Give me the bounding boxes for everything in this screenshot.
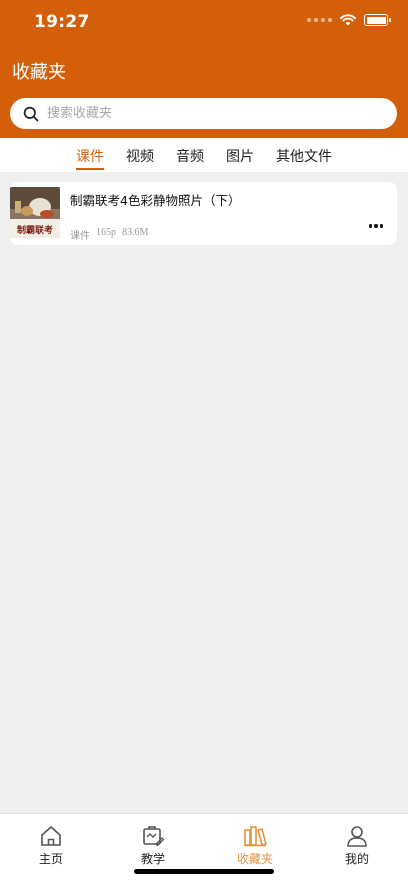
status-icons [307,14,391,26]
teaching-icon [143,826,165,847]
favorite-item-card[interactable]: 制霸联考 制霸联考4色彩静物照片（下） 课件 165p 83.6M [10,182,397,245]
wifi-icon [340,14,356,26]
item-size: 83.6M [122,227,149,238]
tab-courseware[interactable]: 课件 [76,138,104,172]
app-header: 19:27 收藏夹 [0,0,408,138]
nav-label-home: 主页 [38,852,63,866]
page-title: 收藏夹 [12,62,66,83]
more-dots-icon [368,224,372,228]
item-type: 课件 [70,231,90,242]
home-indicator[interactable] [134,869,274,874]
tab-images[interactable]: 图片 [226,138,254,172]
tab-audio[interactable]: 音频 [176,138,204,172]
item-title: 制霸联考4色彩静物照片（下） [70,193,241,208]
category-tabs: 课件 视频 音频 图片 其他文件 [0,138,408,172]
more-options-button[interactable] [368,224,383,228]
item-meta: 课件 165p 83.6M [70,227,148,242]
item-pages: 165p [96,227,116,238]
home-icon [41,826,61,846]
search-icon [23,106,39,121]
tab-video[interactable]: 视频 [126,138,154,172]
nav-label-teaching: 教学 [140,852,165,866]
nav-item-profile[interactable]: 我的 [306,814,408,883]
thumbnail-logo-text: 制霸联考 [17,224,53,236]
profile-icon [347,826,367,847]
battery-icon [364,14,391,26]
cellular-signal-icon [307,18,332,22]
status-bar: 19:27 [0,0,408,44]
tab-other-files[interactable]: 其他文件 [276,138,332,172]
nav-label-profile: 我的 [344,852,369,866]
nav-item-home[interactable]: 主页 [0,814,102,883]
status-time: 19:27 [34,12,90,32]
favorites-icon [244,826,267,847]
item-thumbnail: 制霸联考 [10,187,60,238]
nav-label-favorites: 收藏夹 [236,852,273,866]
search-input[interactable] [47,106,347,121]
search-bar[interactable] [10,98,397,129]
